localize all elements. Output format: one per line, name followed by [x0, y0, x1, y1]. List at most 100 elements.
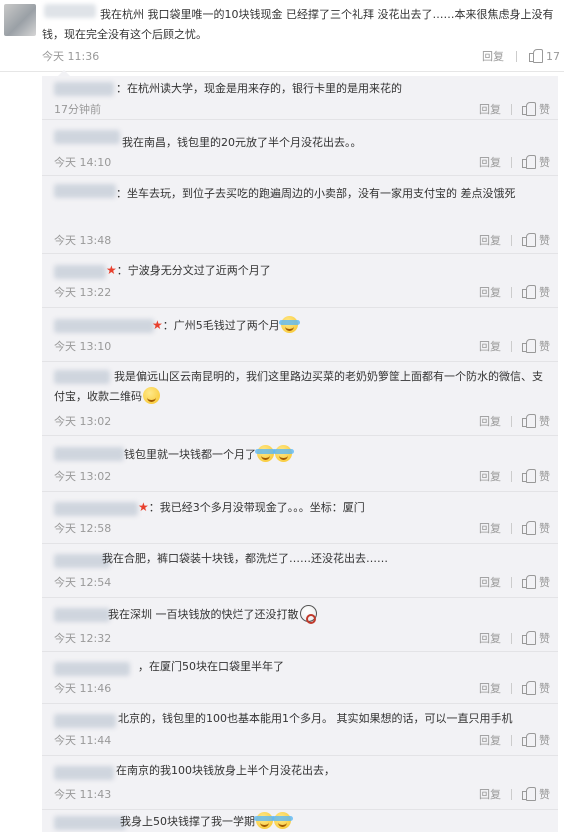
like-button[interactable]: 赞 [522, 520, 550, 536]
thumbs-up-icon [522, 575, 536, 589]
reply-button[interactable]: 回复 [479, 630, 501, 646]
reply-button[interactable]: 回复 [479, 232, 501, 248]
reply-button[interactable]: 回复 [479, 284, 501, 300]
comment-time: 今天 11:36 [42, 50, 100, 63]
reply-button[interactable]: 回复 [479, 520, 501, 536]
like-button[interactable]: 赞 [522, 413, 550, 429]
reply-actions: 回复 赞 [479, 520, 550, 536]
reply-text: 我在合肥，裤口袋装十块钱，都洗烂了……还没花出去…… [102, 552, 388, 565]
main-comment: 我在杭州 我口袋里唯一的10块钱现金 已经撑了三个礼拜 没花出去了……本来很焦虑… [0, 0, 564, 72]
laugh-cry-emoji-icon [254, 812, 275, 829]
thumbs-up-icon [522, 414, 536, 428]
divider [511, 788, 512, 800]
reply-item: 我身上50块钱撑了我一学期 [42, 812, 558, 832]
thumbs-up-icon [529, 49, 543, 63]
divider [511, 340, 512, 352]
divider [511, 734, 512, 746]
reply-text: 我在南昌，钱包里的20元放了半个月没花出去。。 [122, 136, 362, 149]
divider [516, 50, 517, 62]
divider [511, 286, 512, 298]
reply-actions: 回复 赞 [479, 154, 550, 170]
like-button[interactable]: 赞 [522, 154, 550, 170]
like-button[interactable]: 赞 [522, 732, 550, 748]
reply-button[interactable]: 回复 [479, 413, 501, 429]
divider [511, 156, 512, 168]
like-button[interactable]: 赞 [522, 101, 550, 117]
reply-item: ，在厦门50块在口袋里半年了 今天 11:46 回复 赞 [42, 654, 558, 704]
reply-button[interactable]: 回复 [479, 101, 501, 117]
thumbs-up-icon [522, 787, 536, 801]
like-count: 17 [546, 50, 560, 63]
avatar[interactable] [4, 4, 36, 36]
reply-item: 钱包里就一块钱都一个月了 今天 13:02 回复 赞 [42, 438, 558, 492]
thumbs-up-icon [522, 681, 536, 695]
cry-emoji-icon [255, 445, 276, 462]
divider [511, 234, 512, 246]
laugh-cry-emoji-icon [278, 316, 300, 333]
reply-actions: 回复 赞 [479, 786, 550, 802]
reply-text: ，在厦门50块在口袋里半年了 [138, 660, 284, 673]
like-button[interactable]: 赞 [522, 232, 550, 248]
reply-item: ★：宁波身无分文过了近两个月了 今天 13:22 回复 赞 [42, 256, 558, 308]
reply-button[interactable]: 回复 [479, 732, 501, 748]
vip-star-icon: ★ [106, 263, 117, 277]
reply-time: 今天 13:22 [54, 286, 112, 299]
comment-actions: 回复 17 [482, 48, 560, 64]
reply-actions: 回复 赞 [479, 630, 550, 646]
divider [511, 415, 512, 427]
reply-time: 今天 11:43 [54, 788, 112, 801]
reply-time: 今天 13:02 [54, 470, 112, 483]
like-button[interactable]: 赞 [522, 574, 550, 590]
thumbs-up-icon [522, 155, 536, 169]
thumbs-up-icon [522, 469, 536, 483]
reply-time: 今天 13:10 [54, 340, 112, 353]
thumbs-up-icon [522, 285, 536, 299]
reply-item: ：坐车去玩，到位子去买吃的跑遍周边的小卖部，没有一家用支付宝的 差点没饿死 今天… [42, 178, 558, 254]
divider [511, 103, 512, 115]
reply-item: 在南京的我100块钱放身上半个月没花出去， 今天 11:43 回复 赞 [42, 758, 558, 810]
reply-button[interactable]: 回复 [479, 154, 501, 170]
reply-time: 今天 12:54 [54, 576, 112, 589]
reply-item: ★：我已经3个多月没带现金了。。。坐标：厦门 今天 12:58 回复 赞 [42, 494, 558, 544]
comment-text: 我在杭州 我口袋里唯一的10块钱现金 已经撑了三个礼拜 没花出去了……本来很焦虑… [42, 8, 554, 41]
like-button[interactable]: 赞 [522, 468, 550, 484]
reply-time: 今天 12:58 [54, 522, 112, 535]
reply-text: 在南京的我100块钱放身上半个月没花出去， [116, 764, 335, 777]
reply-item: 我在深圳 一百块钱放的快烂了还没打散 今天 12:32 回复 赞 [42, 600, 558, 652]
reply-button[interactable]: 回复 [479, 786, 501, 802]
reply-actions: 回复 赞 [479, 468, 550, 484]
reply-actions: 回复 赞 [479, 680, 550, 696]
reply-button[interactable]: 回复 [479, 574, 501, 590]
thumbs-up-icon [522, 733, 536, 747]
reply-actions: 回复 赞 [479, 338, 550, 354]
divider [511, 470, 512, 482]
reply-button[interactable]: 回复 [479, 338, 501, 354]
like-button[interactable]: 赞 [522, 630, 550, 646]
reply-actions: 回复 赞 [479, 101, 550, 117]
like-button[interactable]: 赞 [522, 338, 550, 354]
reply-button[interactable]: 回复 [479, 468, 501, 484]
laugh-cry-emoji-icon [272, 812, 293, 829]
reply-item: ：在杭州读大学，现金是用来存的，银行卡里的是用来花的 17分钟前 回复 赞 [42, 76, 558, 120]
replies-panel: ：在杭州读大学，现金是用来存的，银行卡里的是用来花的 17分钟前 回复赞 我在南… [42, 70, 558, 832]
reply-time: 今天 11:44 [54, 734, 112, 747]
thumbs-up-icon [522, 102, 536, 116]
reply-actions: 回复 赞 [479, 574, 550, 590]
reply-item: 我是偏远山区云南昆明的，我们这里路边买菜的老奶奶箩筐上面都有一个防水的微信、支付… [42, 364, 558, 436]
reply-text: 我身上50块钱撑了我一学期 [54, 812, 550, 832]
like-button[interactable]: 赞 [522, 786, 550, 802]
reply-actions: 回复 赞 [479, 232, 550, 248]
vip-star-icon: ★ [138, 500, 149, 514]
like-button[interactable]: 赞 [522, 284, 550, 300]
reply-time: 今天 12:32 [54, 632, 112, 645]
reply-text: 北京的，钱包里的100也基本能用1个多月。 其实如果想的话，可以一直只用手机 [118, 712, 513, 725]
like-button[interactable]: 赞 [522, 680, 550, 696]
reply-actions: 回复 赞 [479, 413, 550, 429]
cry-emoji-icon [273, 445, 294, 462]
reply-button[interactable]: 回复 [482, 48, 504, 64]
shocked-emoji-icon [299, 605, 317, 624]
reply-time: 17分钟前 [54, 103, 101, 116]
thumbs-up-icon [522, 233, 536, 247]
reply-button[interactable]: 回复 [479, 680, 501, 696]
like-button[interactable]: 17 [529, 49, 560, 63]
